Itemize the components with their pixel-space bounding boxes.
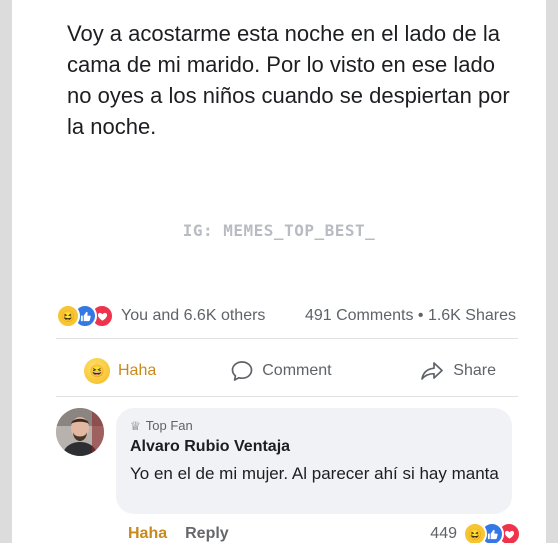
comment-icon: [231, 361, 253, 381]
reply-button[interactable]: Reply: [185, 525, 229, 543]
haha-button[interactable]: 😆 Haha: [84, 358, 156, 384]
comments-shares-count[interactable]: 491 Comments • 1.6K Shares: [305, 307, 516, 325]
divider: [56, 338, 518, 339]
comment-label: Comment: [262, 362, 332, 379]
comment-footer: Haha Reply 449 😆: [128, 522, 521, 543]
haha-face-icon: 😆: [84, 358, 110, 384]
share-label: Share: [453, 362, 496, 379]
reactions-summary[interactable]: You and 6.6K others: [121, 307, 265, 325]
top-fan-badge: ♕ Top Fan: [130, 418, 193, 433]
watermark: IG: MEMES_TOP_BEST_: [182, 221, 376, 240]
comment-haha-button[interactable]: Haha: [128, 525, 167, 543]
comment-button[interactable]: Comment: [230, 359, 332, 383]
comment-text: Yo en el de mi mujer. Al parecer ahí si …: [130, 464, 499, 483]
divider: [56, 396, 518, 397]
comment-reaction-icons[interactable]: 😆: [463, 522, 521, 543]
post-text: Voy a acostarme esta noche en el lado de…: [67, 21, 510, 139]
post-card: Voy a acostarme esta noche en el lado de…: [12, 0, 546, 543]
haha-icon: 😆: [56, 304, 80, 328]
avatar[interactable]: [56, 408, 104, 456]
action-bar: 😆 Haha Comment Share: [56, 352, 518, 390]
reactions-bar: 😆 You and 6.6K others 491 Comments • 1.6…: [56, 304, 516, 328]
reaction-icons[interactable]: 😆: [56, 304, 114, 328]
share-button[interactable]: Share: [419, 359, 496, 383]
comment-author[interactable]: Alvaro Rubio Ventaja: [130, 438, 290, 456]
share-icon: [421, 362, 444, 380]
haha-icon: 😆: [463, 522, 487, 543]
top-fan-label: Top Fan: [145, 418, 193, 433]
top-fan-icon: ♕: [130, 418, 141, 433]
comment-reaction-count[interactable]: 449: [430, 525, 457, 543]
haha-label: Haha: [118, 362, 157, 379]
avatar-photo: [56, 408, 104, 456]
comment-bubble: ♕ Top Fan Alvaro Rubio Ventaja Yo en el …: [116, 408, 512, 514]
